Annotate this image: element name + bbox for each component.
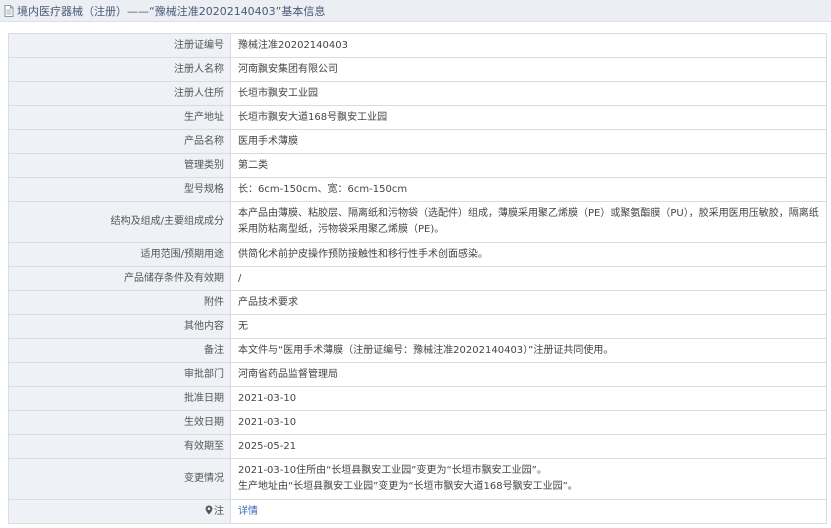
location-pin-icon: [205, 505, 213, 514]
table-row: 审批部门 河南省药品监督管理局: [8, 362, 827, 387]
table-row: 结构及组成/主要组成成分 本产品由薄膜、粘胶层、隔离纸和污物袋（选配件）组成，薄…: [8, 201, 827, 243]
table-row: 生效日期 2021-03-10: [8, 410, 827, 435]
field-label: 注册人住所: [8, 81, 231, 106]
field-label: 备注: [8, 338, 231, 363]
field-value: 医用手术薄膜: [230, 129, 827, 154]
field-value: 河南省药品监督管理局: [230, 362, 827, 387]
field-value: 第二类: [230, 153, 827, 178]
table-row: 产品名称 医用手术薄膜: [8, 129, 827, 154]
table-row: 有效期至 2025-05-21: [8, 434, 827, 459]
field-label: 附件: [8, 290, 231, 315]
field-label: 注册人名称: [8, 57, 231, 82]
field-label: 批准日期: [8, 386, 231, 411]
field-value: 本文件与“医用手术薄膜（注册证编号：豫械注准20202140403）”注册证共同…: [230, 338, 827, 363]
field-value: 产品技术要求: [230, 290, 827, 315]
field-value: 豫械注准20202140403: [230, 33, 827, 58]
details-link[interactable]: 详情: [238, 506, 258, 517]
field-label: 生效日期: [8, 410, 231, 435]
table-row: 其他内容 无: [8, 314, 827, 339]
table-row: 注 详情: [8, 499, 827, 524]
field-value: 长：6cm-150cm、宽：6cm-150cm: [230, 177, 827, 202]
field-label: 注册证编号: [8, 33, 231, 58]
table-row: 备注 本文件与“医用手术薄膜（注册证编号：豫械注准20202140403）”注册…: [8, 338, 827, 363]
table-row: 变更情况 2021-03-10住所由“长垣县飘安工业园”变更为“长垣市飘安工业园…: [8, 458, 827, 500]
field-label: 生产地址: [8, 105, 231, 130]
field-label: 结构及组成/主要组成成分: [8, 201, 231, 243]
field-value: 河南飘安集团有限公司: [230, 57, 827, 82]
field-value: /: [230, 266, 827, 291]
field-label: 注: [214, 505, 224, 517]
field-value: 详情: [230, 499, 827, 524]
field-value: 无: [230, 314, 827, 339]
field-label: 其他内容: [8, 314, 231, 339]
field-label: 管理类别: [8, 153, 231, 178]
field-value: 供简化术前护皮操作预防接触性和移行性手术创面感染。: [230, 242, 827, 267]
field-value: 2021-03-10住所由“长垣县飘安工业园”变更为“长垣市飘安工业园”。 生产…: [230, 458, 827, 500]
field-value: 长垣市飘安工业园: [230, 81, 827, 106]
field-label: 适用范围/预期用途: [8, 242, 231, 267]
info-table-container: 注册证编号 豫械注准20202140403 注册人名称 河南飘安集团有限公司 注…: [8, 33, 827, 524]
field-value: 2021-03-10: [230, 386, 827, 411]
page-header: 境内医疗器械（注册）——“豫械注准20202140403”基本信息: [0, 0, 831, 22]
table-row: 生产地址 长垣市飘安大道168号飘安工业园: [8, 105, 827, 130]
table-row: 适用范围/预期用途 供简化术前护皮操作预防接触性和移行性手术创面感染。: [8, 242, 827, 267]
change-line-1: 2021-03-10住所由“长垣县飘安工业园”变更为“长垣市飘安工业园”。: [238, 465, 547, 476]
table-row: 注册人住所 长垣市飘安工业园: [8, 81, 827, 106]
field-value: 本产品由薄膜、粘胶层、隔离纸和污物袋（选配件）组成，薄膜采用聚乙烯膜（PE）或聚…: [230, 201, 827, 243]
table-row: 批准日期 2021-03-10: [8, 386, 827, 411]
table-row: 注册人名称 河南飘安集团有限公司: [8, 57, 827, 82]
table-row: 管理类别 第二类: [8, 153, 827, 178]
table-row: 产品储存条件及有效期 /: [8, 266, 827, 291]
field-label: 型号规格: [8, 177, 231, 202]
document-icon: [4, 4, 14, 17]
field-value: 2021-03-10: [230, 410, 827, 435]
field-value: 长垣市飘安大道168号飘安工业园: [230, 105, 827, 130]
field-label: 审批部门: [8, 362, 231, 387]
change-line-2: 生产地址由“长垣县飘安工业园”变更为“长垣市飘安大道168号飘安工业园”。: [238, 481, 578, 492]
field-label: 产品储存条件及有效期: [8, 266, 231, 291]
field-label: 产品名称: [8, 129, 231, 154]
page-title: 境内医疗器械（注册）——“豫械注准20202140403”基本信息: [17, 4, 326, 18]
info-table: 注册证编号 豫械注准20202140403 注册人名称 河南飘安集团有限公司 注…: [8, 33, 827, 524]
table-row: 附件 产品技术要求: [8, 290, 827, 315]
table-row: 型号规格 长：6cm-150cm、宽：6cm-150cm: [8, 177, 827, 202]
note-label-cell: 注: [8, 499, 231, 524]
field-value: 2025-05-21: [230, 434, 827, 459]
field-label: 变更情况: [8, 458, 231, 500]
table-row: 注册证编号 豫械注准20202140403: [8, 33, 827, 58]
field-label: 有效期至: [8, 434, 231, 459]
